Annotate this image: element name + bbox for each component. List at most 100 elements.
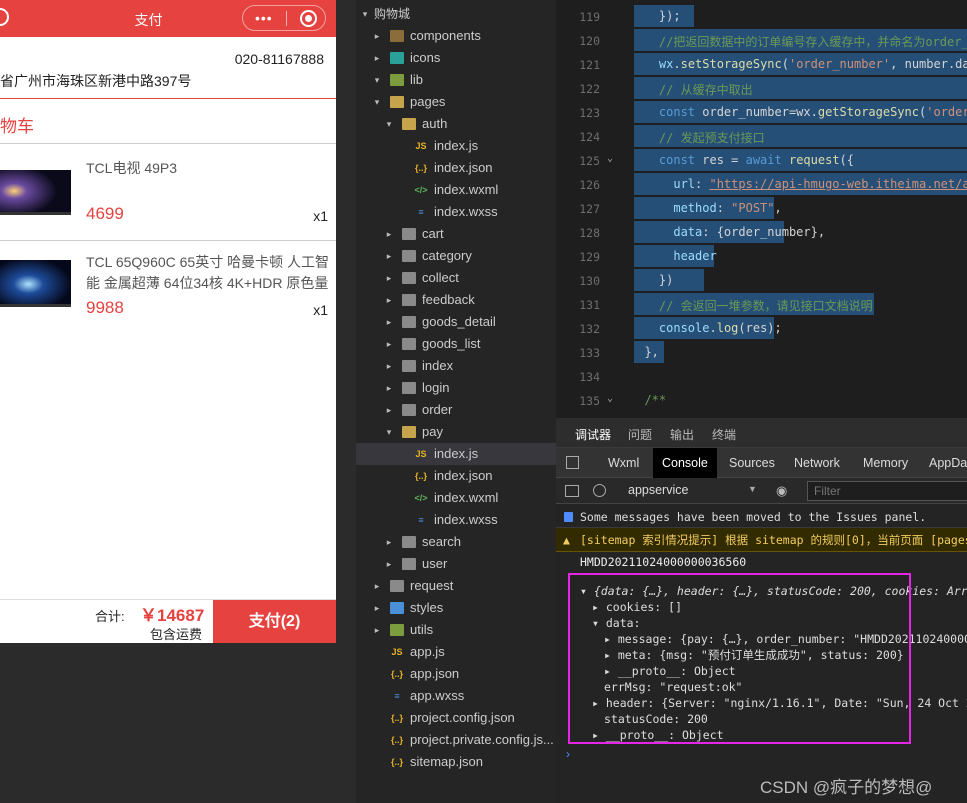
tree-folder-pages[interactable]: ▾ pages [356,91,556,113]
code-line[interactable]: data: {order_number}, [630,225,825,239]
capsule-menu[interactable]: ••• [242,5,326,31]
tree-folder-category[interactable]: ▸ category [356,245,556,267]
console-object-line[interactable]: ▸ cookies: [] [592,599,682,615]
context-select[interactable]: appservice [628,483,688,497]
chevron-down-icon[interactable]: ▾ [384,421,394,443]
tree-file-sitemap-json[interactable]: {..} sitemap.json [356,751,556,773]
tree-file-index-wxml[interactable]: </> index.wxml [356,179,556,201]
filter-input[interactable] [807,481,967,501]
tree-file-app-json[interactable]: {..} app.json [356,663,556,685]
chevron-right-icon[interactable]: ▸ [384,553,394,575]
fold-chevron-icon[interactable]: ⌄ [607,393,613,404]
chevron-right-icon[interactable]: ▸ [372,619,382,641]
tree-folder-lib[interactable]: ▾ lib [356,69,556,91]
chevron-right-icon[interactable]: ▸ [384,311,394,333]
tab-terminal[interactable]: 终端 [712,426,736,443]
tree-folder-login[interactable]: ▸ login [356,377,556,399]
console-object-line[interactable]: statusCode: 200 [604,711,708,727]
chevron-down-icon[interactable]: ▾ [360,3,370,25]
tree-folder-search[interactable]: ▸ search [356,531,556,553]
chevron-down-icon[interactable]: ▾ [372,69,382,91]
chevron-right-icon[interactable]: ▸ [384,223,394,245]
code-line[interactable]: }, [630,345,658,359]
tree-folder-order[interactable]: ▸ order [356,399,556,421]
tree-file-index-js[interactable]: JS index.js [356,135,556,157]
code-line[interactable]: method: "POST", [630,201,781,215]
chevron-right-icon[interactable]: ▸ [372,575,382,597]
tree-folder-index[interactable]: ▸ index [356,355,556,377]
tree-file-index-wxml[interactable]: </> index.wxml [356,487,556,509]
tree-folder-cart[interactable]: ▸ cart [356,223,556,245]
eye-icon[interactable]: ◉ [776,483,787,499]
tab-output[interactable]: 输出 [670,426,694,443]
tree-file-index-wxss[interactable]: ≡ index.wxss [356,509,556,531]
chevron-right-icon[interactable]: ▸ [384,289,394,311]
tree-folder-collect[interactable]: ▸ collect [356,267,556,289]
chevron-right-icon[interactable]: ▸ [372,47,382,69]
tree-folder-styles[interactable]: ▸ styles [356,597,556,619]
tree-folder-icons[interactable]: ▸ icons [356,47,556,69]
chevron-right-icon[interactable]: ▸ [372,597,382,619]
code-line[interactable]: wx.setStorageSync('order_number', number… [630,57,967,71]
chevron-right-icon[interactable]: ▸ [384,399,394,421]
code-line[interactable]: // 发起预支付接口 [630,129,765,146]
console-object-line[interactable]: ▸ __proto__: Object [592,727,724,743]
console-prompt[interactable]: › [566,747,570,761]
code-line[interactable]: const order_number=wx.getStorageSync('or… [630,105,967,119]
tree-file-app-wxss[interactable]: ≡ app.wxss [356,685,556,707]
console-object-line[interactable]: ▸ header: {Server: "nginx/1.16.1", Date:… [592,695,967,711]
chevron-down-icon[interactable]: ▾ [372,91,382,113]
tab-sources[interactable]: Sources [720,448,784,478]
tree-folder-auth[interactable]: ▾ auth [356,113,556,135]
tree-folder-feedback[interactable]: ▸ feedback [356,289,556,311]
code-line[interactable]: // 从缓存中取出 [630,81,753,98]
tree-file-app-js[interactable]: JS app.js [356,641,556,663]
tab-issues[interactable]: 问题 [628,426,652,443]
console-object-line[interactable]: ▸ __proto__: Object [604,663,736,679]
fold-chevron-icon[interactable]: ⌄ [607,153,613,164]
console-object-line[interactable]: errMsg: "request:ok" [604,679,742,695]
console-object-line[interactable]: ▸ meta: {msg: "预付订单生成成功", status: 200} [604,647,904,663]
tree-file-index-wxss[interactable]: ≡ index.wxss [356,201,556,223]
tab-debugger[interactable]: 调试器 [575,426,612,450]
chevron-right-icon[interactable]: ▸ [384,245,394,267]
tree-folder-goods-list[interactable]: ▸ goods_list [356,333,556,355]
tree-folder-components[interactable]: ▸ components [356,25,556,47]
code-line[interactable]: const res = await request({ [630,153,854,167]
tree-file-index-json[interactable]: {..} index.json [356,465,556,487]
console-object-line[interactable]: ▸ message: {pay: {…}, order_number: "HMD… [604,631,967,647]
tree-folder-utils[interactable]: ▸ utils [356,619,556,641]
more-icon[interactable]: ••• [255,10,273,26]
tree-folder-user[interactable]: ▸ user [356,553,556,575]
code-line[interactable]: console.log(res); [630,321,782,335]
tree-file-project-private-config-js-[interactable]: {..} project.private.config.js... [356,729,556,751]
pay-button[interactable]: 支付(2) [213,600,336,643]
inspect-icon[interactable] [566,456,579,469]
goods-item[interactable]: TCL电视 49P3 4699 x1 [0,148,336,253]
tree-folder-pay[interactable]: ▾ pay [356,421,556,443]
chevron-right-icon[interactable]: ▸ [384,333,394,355]
code-line[interactable]: // 会返回一堆参数，请见接口文档说明 [630,297,873,314]
tree-folder-request[interactable]: ▸ request [356,575,556,597]
code-editor[interactable]: 119 }); 120 //把返回数据中的订单编号存入缓存中，并命名为order_… [556,0,967,418]
code-line[interactable]: url: "https://api-hmugo-web.itheima.net/… [630,177,967,191]
chevron-right-icon[interactable]: ▸ [384,531,394,553]
tree-file-index-json[interactable]: {..} index.json [356,157,556,179]
goods-item[interactable]: TCL 65Q960C 65英寸 哈曼卡顿 人工智能 金属超薄 64位34核 4… [0,242,336,347]
close-icon[interactable] [300,10,317,27]
console-object-line[interactable]: ▾ data: [592,615,640,631]
code-line[interactable]: header [630,249,716,263]
code-line[interactable]: /** [630,393,666,407]
sidebar-toggle-icon[interactable] [565,485,579,497]
tab-console[interactable]: Console [653,448,717,478]
chevron-down-icon[interactable]: ▾ [384,113,394,135]
clear-console-icon[interactable] [593,484,606,497]
tree-folder--[interactable]: ▾ 购物城 [356,3,556,25]
tab-network[interactable]: Network [785,448,849,478]
chevron-right-icon[interactable]: ▸ [384,355,394,377]
tree-folder-goods-detail[interactable]: ▸ goods_detail [356,311,556,333]
tab-memory[interactable]: Memory [854,448,917,478]
code-line[interactable]: //把返回数据中的订单编号存入缓存中，并命名为order_nu [630,33,967,50]
chevron-down-icon[interactable]: ▼ [748,484,757,494]
chevron-right-icon[interactable]: ▸ [384,267,394,289]
